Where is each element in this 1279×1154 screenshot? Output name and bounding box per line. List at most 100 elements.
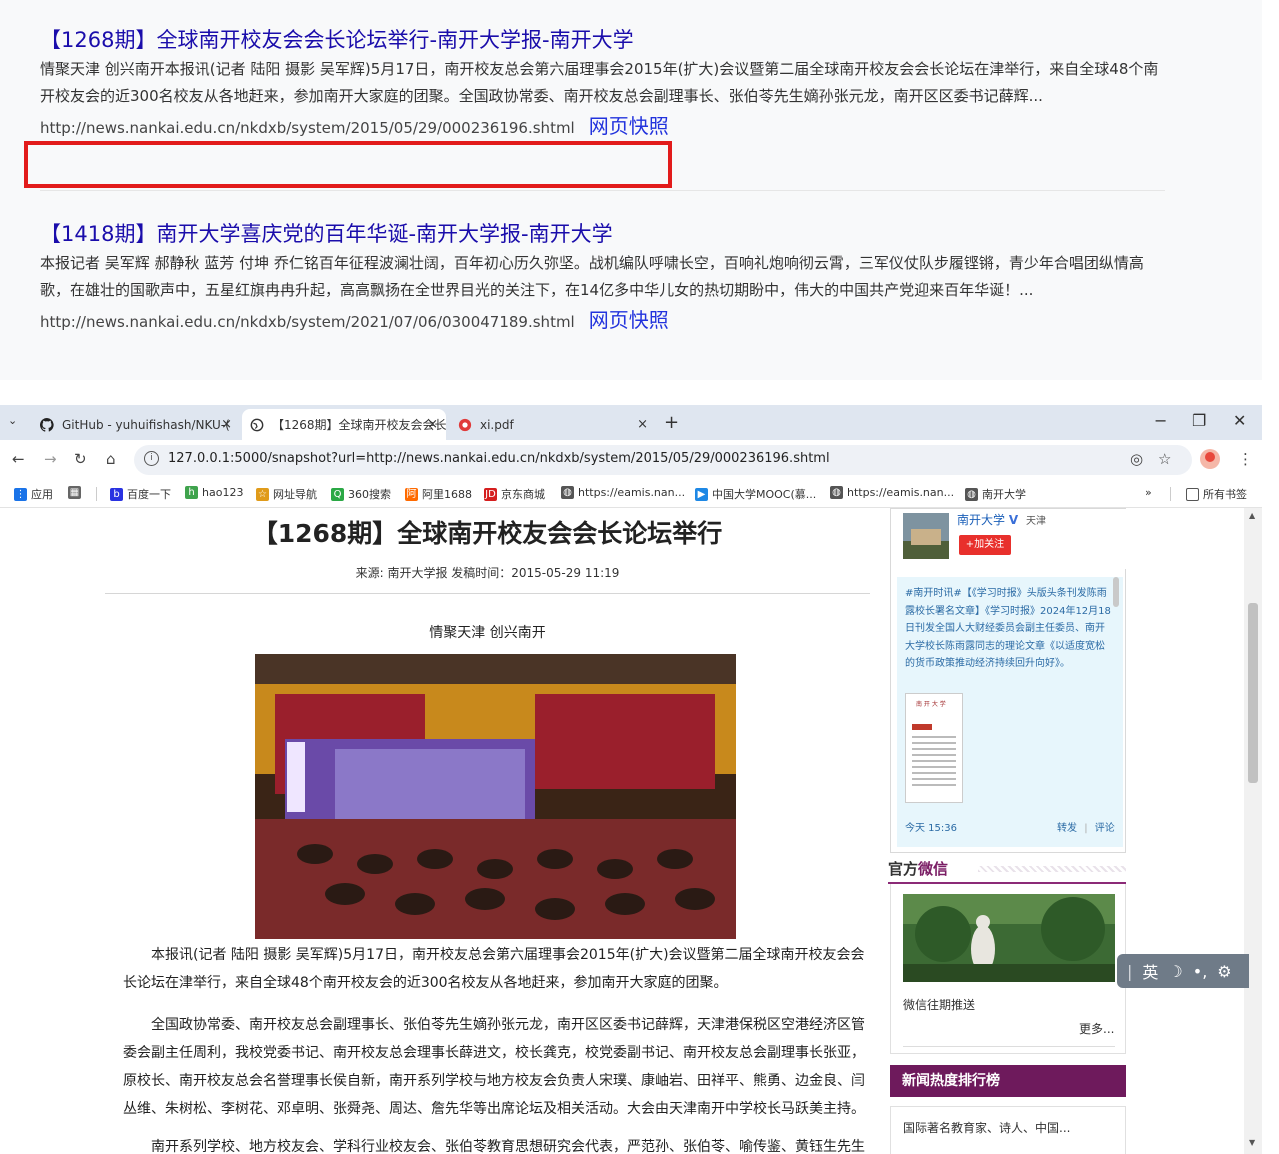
restore-button[interactable]: ❐	[1192, 411, 1206, 430]
punctuation-icon[interactable]: •,	[1193, 962, 1208, 981]
eye-off-icon[interactable]: ◎	[1130, 450, 1143, 468]
page-scrollbar[interactable]: ▲ ▼	[1244, 508, 1262, 1154]
ime-language-toggle[interactable]: 英	[1142, 959, 1158, 983]
title-pattern	[978, 866, 1126, 872]
bookmark-eamis-2[interactable]: ◍ https://eamis.nan...	[830, 486, 954, 499]
all-bookmarks[interactable]: 所有书签	[1186, 486, 1247, 502]
article-title: 【1268期】全球南开校友会会长论坛举行	[252, 519, 723, 548]
wechat-caption[interactable]: 微信往期推送	[903, 996, 975, 1013]
ime-toolbar[interactable]: | 英 ☽ •, ⚙	[1117, 954, 1249, 988]
weibo-actions: 转发 | 评论	[1057, 819, 1115, 834]
scrollbar-thumb[interactable]	[1248, 603, 1258, 783]
tab-search-chevron-icon[interactable]: ⌄	[8, 414, 17, 427]
bookmark-jd[interactable]: JD 京东商城	[484, 486, 545, 502]
result-url[interactable]: http://news.nankai.edu.cn/nkdxb/system/2…	[40, 313, 575, 331]
bookmark-1688[interactable]: 阿阿里1688	[405, 486, 472, 502]
bookmark-label: 南开大学	[982, 488, 1026, 501]
bookmark-nankai[interactable]: ◍ 南开大学	[965, 486, 1026, 502]
minimize-button[interactable]: −	[1154, 411, 1167, 430]
home-icon[interactable]: ⌂	[106, 450, 116, 468]
article-subtitle: 情聚天津 创兴南开	[429, 625, 546, 641]
newspaper-thumbnail[interactable]: 南 开 大 学	[905, 693, 963, 803]
ime-drag-handle[interactable]: |	[1127, 962, 1132, 981]
reload-icon[interactable]: ↻	[74, 450, 87, 468]
scroll-up-arrow-icon[interactable]: ▲	[1249, 511, 1255, 520]
bookmark-eamis-1[interactable]: ◍ https://eamis.nan...	[561, 486, 685, 499]
github-icon	[40, 417, 54, 432]
bookmark-baidu[interactable]: b 百度一下	[110, 486, 171, 502]
wechat-cover-image[interactable]	[903, 894, 1115, 982]
bookmark-apps[interactable]: ⋮ 应用	[14, 486, 53, 502]
hot-ranking-item[interactable]: 国际著名教育家、诗人、中国...	[903, 1119, 1070, 1136]
wechat-section-title: 官方微信	[888, 858, 948, 879]
pdf-icon	[458, 418, 472, 432]
moon-icon[interactable]: ☽	[1168, 962, 1182, 981]
weibo-avatar[interactable]	[903, 513, 949, 559]
gear-icon[interactable]: ⚙	[1217, 962, 1231, 981]
bookmark-label: 应用	[31, 488, 53, 501]
weibo-feed: #南开时讯#【《学习时报》头版头条刊发陈雨露校长署名文章】《学习时报》2024年…	[897, 577, 1123, 847]
site-info-icon[interactable]: i	[144, 451, 159, 466]
back-arrow-icon[interactable]: ←	[12, 450, 25, 468]
bookmark-label: 网址导航	[273, 488, 317, 501]
weibo-post-text[interactable]: #南开时讯#【《学习时报》头版头条刊发陈雨露校长署名文章】《学习时报》2024年…	[905, 585, 1113, 673]
result-title-link[interactable]: 【1418期】南开大学喜庆党的百年华诞-南开大学报-南开大学	[40, 220, 1170, 248]
tab-github[interactable]: GitHub - yuhuifishash/NKU-( ×	[32, 409, 240, 440]
result-url-row: http://news.nankai.edu.cn/nkdxb/system/2…	[40, 308, 1170, 334]
search-results-panel: 【1268期】全球南开校友会会长论坛举行-南开大学报-南开大学 情聚天津 创兴南…	[0, 0, 1262, 380]
tab-pdf[interactable]: xi.pdf ×	[450, 409, 656, 440]
bookmark-label: 中国大学MOOC(慕...	[712, 488, 817, 501]
svg-text:南 开 大 学: 南 开 大 学	[916, 700, 946, 708]
360-search-icon: Q	[331, 487, 344, 501]
tab-groups-icon[interactable]: ▦	[68, 486, 85, 499]
result-url-row: http://news.nankai.edu.cn/nkdxb/system/2…	[40, 114, 1170, 140]
weibo-account-name[interactable]: 南开大学	[957, 513, 1005, 527]
tab-article[interactable]: 【1268期】全球南开校友会会长 ×	[242, 409, 446, 440]
wechat-more-link[interactable]: 更多...	[1079, 1020, 1114, 1037]
bookmark-label: https://eamis.nan...	[847, 486, 955, 499]
tab-title: 【1268期】全球南开校友会会长	[272, 418, 446, 432]
close-icon[interactable]: ×	[221, 417, 232, 432]
bookmark-separator	[96, 487, 97, 501]
bookmark-360[interactable]: Q 360搜索	[331, 486, 391, 502]
close-icon[interactable]: ×	[637, 417, 648, 432]
bookmark-nav[interactable]: ☆ 网址导航	[256, 486, 317, 502]
apps-grid-icon: ⋮	[14, 487, 27, 501]
star-bookmark-icon[interactable]: ☆	[1158, 450, 1171, 468]
address-url[interactable]: 127.0.0.1:5000/snapshot?url=http://news.…	[168, 451, 830, 466]
bookmark-hao123[interactable]: h hao123	[185, 486, 243, 499]
mooc-icon: ▶	[695, 487, 708, 501]
follow-button[interactable]: +加关注	[959, 535, 1011, 555]
tab-title: xi.pdf	[480, 417, 514, 432]
forward-arrow-icon[interactable]: →	[44, 450, 57, 468]
snapshot-link[interactable]: 网页快照	[589, 114, 669, 138]
comment-link[interactable]: 评论	[1095, 823, 1115, 834]
weibo-location: 天津	[1025, 516, 1046, 527]
scroll-down-arrow-icon[interactable]: ▼	[1249, 1138, 1255, 1147]
menu-kebab-icon[interactable]: ⋮	[1238, 450, 1253, 468]
profile-avatar-icon[interactable]	[1200, 449, 1220, 469]
weibo-feed-scrollbar[interactable]	[1113, 577, 1119, 607]
snapshot-link[interactable]: 网页快照	[589, 308, 669, 332]
globe-icon: ◍	[561, 486, 574, 499]
bookmarks-overflow-chevron[interactable]: »	[1145, 486, 1152, 499]
new-tab-button[interactable]: +	[664, 412, 679, 433]
result-title-link[interactable]: 【1268期】全球南开校友会会长论坛举行-南开大学报-南开大学	[40, 26, 1170, 54]
red-highlight-box	[24, 141, 672, 188]
address-bar[interactable]: i 127.0.0.1:5000/snapshot?url=http://new…	[134, 445, 1192, 475]
globe-icon	[250, 418, 264, 432]
search-result: 【1268期】全球南开校友会会长论坛举行-南开大学报-南开大学 情聚天津 创兴南…	[40, 26, 1170, 140]
wechat-widget: 微信往期推送 更多...	[890, 884, 1126, 1054]
folder-icon	[1186, 487, 1199, 501]
tab-strip: ⌄ GitHub - yuhuifishash/NKU-( × 【1268期】全…	[0, 405, 1262, 440]
article-meta: 来源: 南开大学报 发稿时间：2015-05-29 11:19	[355, 566, 620, 580]
bookmark-label: https://eamis.nan...	[578, 486, 686, 499]
bookmark-mooc[interactable]: ▶ 中国大学MOOC(慕...	[695, 486, 816, 502]
1688-icon: 阿	[405, 487, 418, 501]
close-window-button[interactable]: ✕	[1233, 411, 1246, 430]
close-icon[interactable]: ×	[427, 417, 438, 432]
repost-link[interactable]: 转发	[1057, 823, 1077, 834]
result-url[interactable]: http://news.nankai.edu.cn/nkdxb/system/2…	[40, 119, 575, 137]
result-snippet: 本报记者 吴军辉 郝静秋 蓝芳 付坤 乔仁铭百年征程波澜壮阔，百年初心历久弥坚。…	[40, 254, 1144, 299]
weibo-account[interactable]: 南开大学 V 天津	[957, 511, 1046, 528]
